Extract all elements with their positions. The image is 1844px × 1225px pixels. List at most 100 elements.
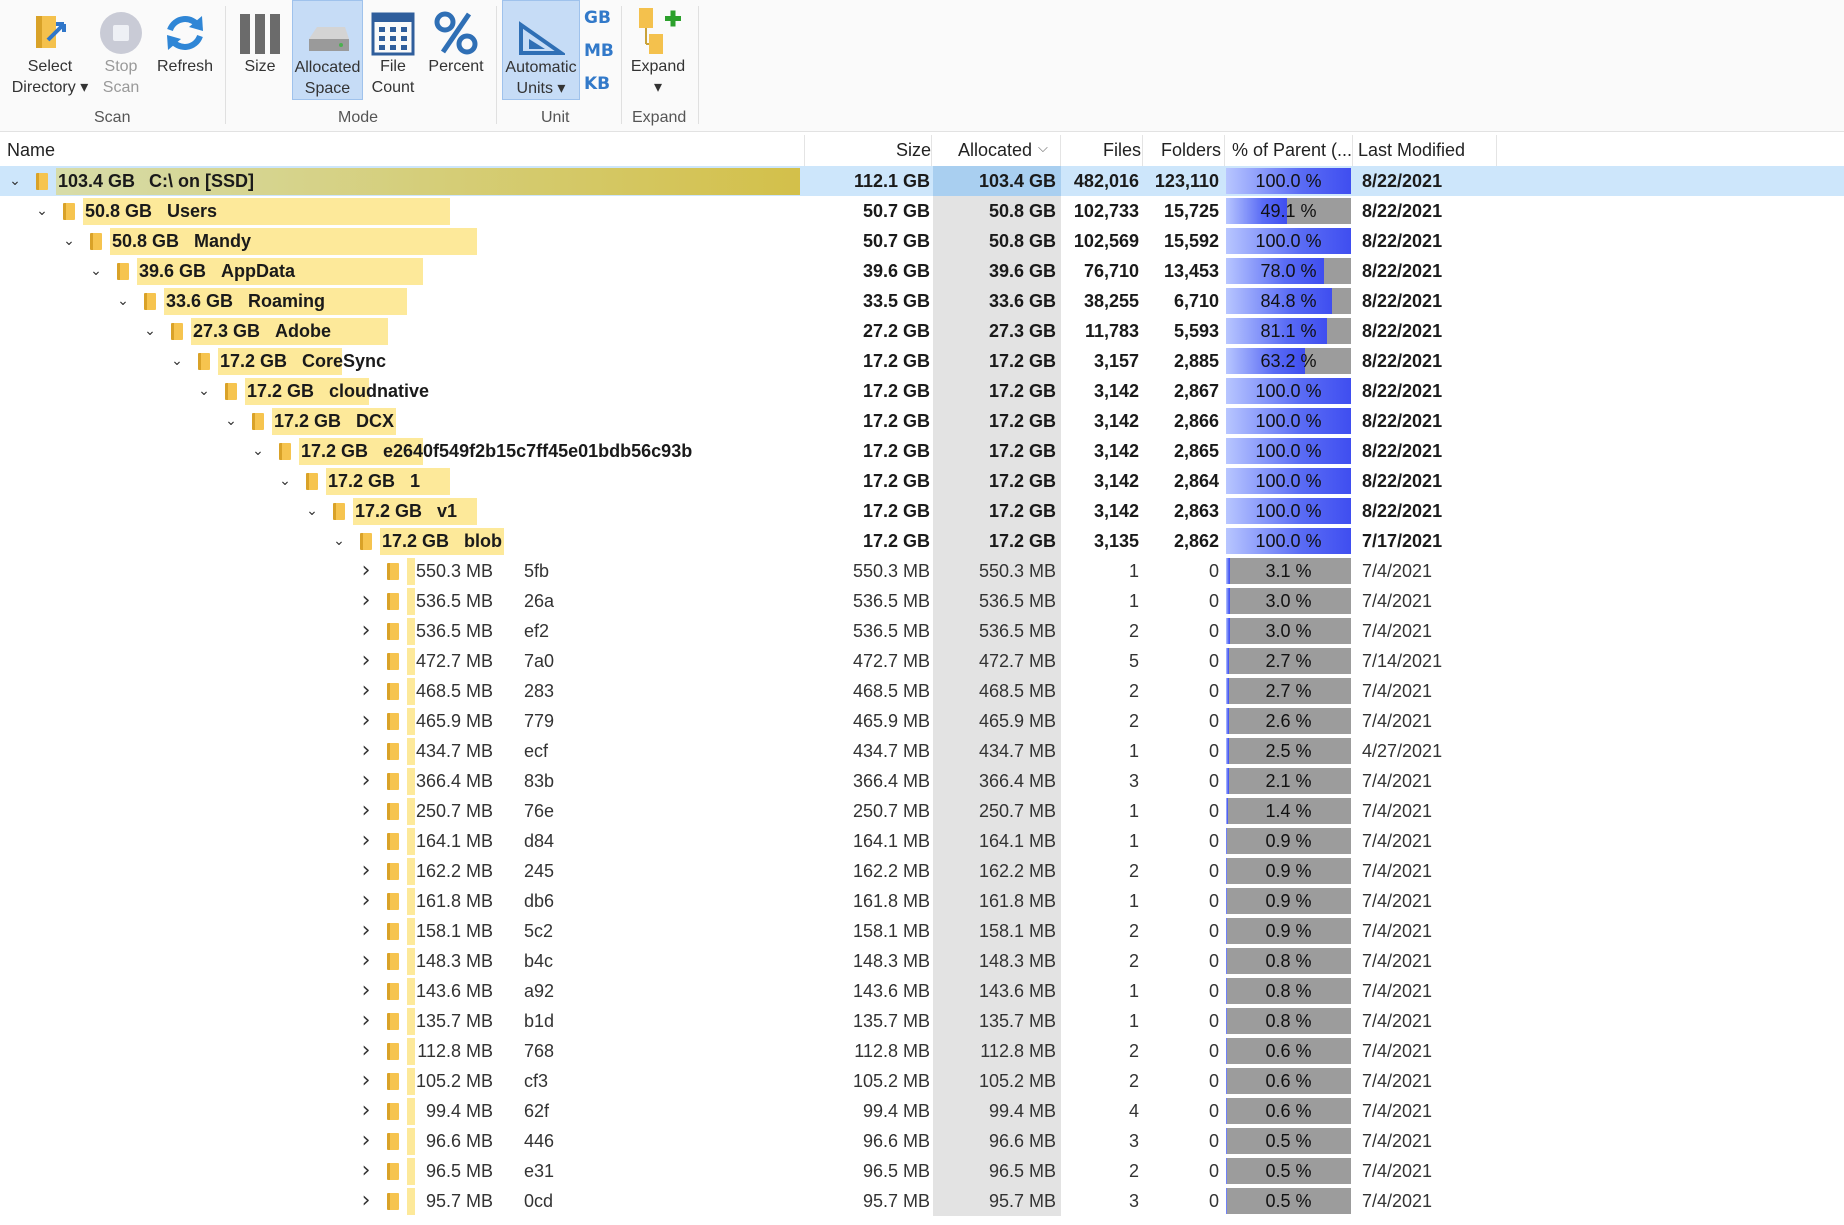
- chevron-down-icon[interactable]: ⌄: [141, 316, 159, 346]
- chevron-right-icon[interactable]: ›: [357, 1036, 375, 1066]
- column-name[interactable]: Name: [7, 140, 55, 161]
- automatic-units-button[interactable]: Automatic Units ▾: [502, 0, 580, 100]
- tree-row[interactable]: › 434.7 MB ecf 434.7 MB 434.7 MB 1 0 2.5 % 4/27/…: [0, 736, 1844, 766]
- tree-row[interactable]: › 366.4 MB 83b 366.4 MB 366.4 MB 3 0 2.1 % 7/4/2…: [0, 766, 1844, 796]
- tree-row[interactable]: ⌄ 103.4 GB C:\ on [SSD] 112.1 GB 103.4 GB 482…: [0, 166, 1844, 196]
- tree-row[interactable]: › 105.2 MB cf3 105.2 MB 105.2 MB 2 0 0.6 % 7/4/2…: [0, 1066, 1844, 1096]
- tree-row[interactable]: › 96.6 MB 446 96.6 MB 96.6 MB 3 0 0.5 % 7/4/2021: [0, 1126, 1844, 1156]
- tree-row[interactable]: › 468.5 MB 283 468.5 MB 468.5 MB 2 0 2.7 % 7/4/2…: [0, 676, 1844, 706]
- tree-row[interactable]: › 143.6 MB a92 143.6 MB 143.6 MB 1 0 0.8 % 7/4/2…: [0, 976, 1844, 1006]
- tree-row[interactable]: ⌄ 39.6 GB AppData 39.6 GB 39.6 GB 76,710 13,45…: [0, 256, 1844, 286]
- chevron-down-icon[interactable]: ⌄: [114, 286, 132, 316]
- tree-row[interactable]: › 161.8 MB db6 161.8 MB 161.8 MB 1 0 0.9 % 7/4/2…: [0, 886, 1844, 916]
- percent-of-parent-bar: 49.1 %: [1226, 198, 1351, 224]
- tree-row[interactable]: ⌄ 17.2 GB e2640f549f2b15c7ff45e01bdb56c93b…: [0, 436, 1844, 466]
- chevron-right-icon[interactable]: ›: [357, 796, 375, 826]
- chevron-down-icon[interactable]: ⌄: [195, 376, 213, 406]
- column-divider[interactable]: [931, 135, 932, 167]
- chevron-right-icon[interactable]: ›: [357, 586, 375, 616]
- chevron-down-icon[interactable]: ⌄: [6, 166, 24, 196]
- chevron-right-icon[interactable]: ›: [357, 1006, 375, 1036]
- column-divider[interactable]: [1224, 135, 1225, 167]
- chevron-right-icon[interactable]: ›: [357, 736, 375, 766]
- tree-row[interactable]: › 96.5 MB e31 96.5 MB 96.5 MB 2 0 0.5 % 7/4/2021: [0, 1156, 1844, 1186]
- tree-row[interactable]: ⌄ 50.8 GB Mandy 50.7 GB 50.8 GB 102,569 15,592…: [0, 226, 1844, 256]
- tree-row[interactable]: › 148.3 MB b4c 148.3 MB 148.3 MB 2 0 0.8 % 7/4/2…: [0, 946, 1844, 976]
- tree-row[interactable]: ⌄ 33.6 GB Roaming 33.5 GB 33.6 GB 38,255 6,710…: [0, 286, 1844, 316]
- chevron-right-icon[interactable]: ›: [357, 976, 375, 1006]
- tree-row[interactable]: › 135.7 MB b1d 135.7 MB 135.7 MB 1 0 0.8 % 7/4/2…: [0, 1006, 1844, 1036]
- chevron-down-icon[interactable]: ⌄: [222, 406, 240, 436]
- chevron-right-icon[interactable]: ›: [357, 616, 375, 646]
- column-divider[interactable]: [1496, 135, 1497, 167]
- tree-row[interactable]: › 158.1 MB 5c2 158.1 MB 158.1 MB 2 0 0.9 % 7/4/2…: [0, 916, 1844, 946]
- column-divider[interactable]: [1352, 135, 1353, 167]
- mode-percent-button[interactable]: Percent: [426, 0, 486, 100]
- column-divider[interactable]: [1142, 135, 1143, 167]
- column-pct-parent[interactable]: % of Parent (...: [1232, 140, 1352, 161]
- unit-mb-button[interactable]: MB: [584, 41, 614, 61]
- chevron-right-icon[interactable]: ›: [357, 676, 375, 706]
- tree-row[interactable]: › 95.7 MB 0cd 95.7 MB 95.7 MB 3 0 0.5 % 7/4/2021: [0, 1186, 1844, 1216]
- mode-allocated-space-button[interactable]: Allocated Space: [292, 0, 363, 100]
- chevron-right-icon[interactable]: ›: [357, 946, 375, 976]
- column-allocated[interactable]: Allocated: [958, 140, 1032, 161]
- chevron-down-icon[interactable]: ⌄: [330, 526, 348, 556]
- refresh-button[interactable]: Refresh: [152, 0, 218, 100]
- chevron-right-icon[interactable]: ›: [357, 766, 375, 796]
- chevron-down-icon[interactable]: ⌄: [249, 436, 267, 466]
- column-last-modified[interactable]: Last Modified: [1358, 140, 1465, 161]
- chevron-down-icon[interactable]: ⌄: [60, 226, 78, 256]
- column-files[interactable]: Files: [1103, 140, 1141, 161]
- chevron-right-icon[interactable]: ›: [357, 556, 375, 586]
- chevron-down-icon[interactable]: ⌄: [33, 196, 51, 226]
- column-folders[interactable]: Folders: [1161, 140, 1221, 161]
- expand-button[interactable]: Expand ▾: [628, 0, 688, 100]
- tree-row[interactable]: ⌄ 17.2 GB 1 17.2 GB 17.2 GB 3,142 2,864 100.0 %…: [0, 466, 1844, 496]
- tree-row[interactable]: › 536.5 MB 26a 536.5 MB 536.5 MB 1 0 3.0 % 7/4/2…: [0, 586, 1844, 616]
- column-divider[interactable]: [1060, 135, 1061, 167]
- row-last-modified: 7/4/2021: [1362, 861, 1433, 881]
- column-divider[interactable]: [804, 135, 805, 167]
- tree-row[interactable]: ⌄ 27.3 GB Adobe 27.2 GB 27.3 GB 11,783 5,593 81…: [0, 316, 1844, 346]
- select-directory-button[interactable]: Select Directory ▾: [6, 0, 94, 100]
- chevron-down-icon[interactable]: ⌄: [276, 466, 294, 496]
- tree-row[interactable]: › 99.4 MB 62f 99.4 MB 99.4 MB 4 0 0.6 % 7/4/2021: [0, 1096, 1844, 1126]
- tree-row[interactable]: ⌄ 17.2 GB v1 17.2 GB 17.2 GB 3,142 2,863 100.0 …: [0, 496, 1844, 526]
- tree-row[interactable]: ⌄ 17.2 GB blob 17.2 GB 17.2 GB 3,135 2,862 100.…: [0, 526, 1844, 556]
- tree-row[interactable]: › 250.7 MB 76e 250.7 MB 250.7 MB 1 0 1.4 % 7/4/2…: [0, 796, 1844, 826]
- tree-row[interactable]: ⌄ 50.8 GB Users 50.7 GB 50.8 GB 102,733 15,725…: [0, 196, 1844, 226]
- tree-row[interactable]: › 162.2 MB 245 162.2 MB 162.2 MB 2 0 0.9 % 7/4/2…: [0, 856, 1844, 886]
- chevron-right-icon[interactable]: ›: [357, 886, 375, 916]
- mode-size-button[interactable]: Size: [236, 0, 284, 100]
- tree-row[interactable]: › 112.8 MB 768 112.8 MB 112.8 MB 2 0 0.6 % 7/4/2…: [0, 1036, 1844, 1066]
- chevron-right-icon[interactable]: ›: [357, 916, 375, 946]
- chevron-down-icon[interactable]: ⌄: [87, 256, 105, 286]
- chevron-down-icon[interactable]: ⌄: [168, 346, 186, 376]
- tree-row[interactable]: › 550.3 MB 5fb 550.3 MB 550.3 MB 1 0 3.1 % 7/4/2…: [0, 556, 1844, 586]
- unit-kb-button[interactable]: KB: [584, 74, 610, 94]
- row-last-modified: 7/4/2021: [1362, 681, 1433, 701]
- tree-row[interactable]: › 472.7 MB 7a0 472.7 MB 472.7 MB 5 0 2.7 % 7/14/…: [0, 646, 1844, 676]
- row-name: 1: [410, 471, 421, 491]
- chevron-right-icon[interactable]: ›: [357, 1096, 375, 1126]
- tree-row[interactable]: › 164.1 MB d84 164.1 MB 164.1 MB 1 0 0.9 % 7/4/2…: [0, 826, 1844, 856]
- unit-gb-button[interactable]: GB: [584, 8, 611, 28]
- chevron-right-icon[interactable]: ›: [357, 826, 375, 856]
- tree-row[interactable]: › 465.9 MB 779 465.9 MB 465.9 MB 2 0 2.6 % 7/4/2…: [0, 706, 1844, 736]
- tree-row[interactable]: ⌄ 17.2 GB DCX 17.2 GB 17.2 GB 3,142 2,866 100.0…: [0, 406, 1844, 436]
- chevron-right-icon[interactable]: ›: [357, 856, 375, 886]
- chevron-right-icon[interactable]: ›: [357, 1126, 375, 1156]
- tree-row[interactable]: › 536.5 MB ef2 536.5 MB 536.5 MB 2 0 3.0 % 7/4/2…: [0, 616, 1844, 646]
- chevron-right-icon[interactable]: ›: [357, 1066, 375, 1096]
- chevron-down-icon[interactable]: ⌄: [303, 496, 321, 526]
- chevron-right-icon[interactable]: ›: [357, 706, 375, 736]
- chevron-right-icon[interactable]: ›: [357, 1186, 375, 1216]
- chevron-right-icon[interactable]: ›: [357, 646, 375, 676]
- column-size[interactable]: Size: [896, 140, 931, 161]
- mode-file-count-button[interactable]: File Count: [368, 0, 418, 100]
- tree-row[interactable]: ⌄ 17.2 GB cloudnative 17.2 GB 17.2 GB 3,142 2,…: [0, 376, 1844, 406]
- tree-row[interactable]: ⌄ 17.2 GB CoreSync 17.2 GB 17.2 GB 3,157 2,885…: [0, 346, 1844, 376]
- stop-scan-button[interactable]: Stop Scan: [96, 0, 146, 100]
- chevron-right-icon[interactable]: ›: [357, 1156, 375, 1186]
